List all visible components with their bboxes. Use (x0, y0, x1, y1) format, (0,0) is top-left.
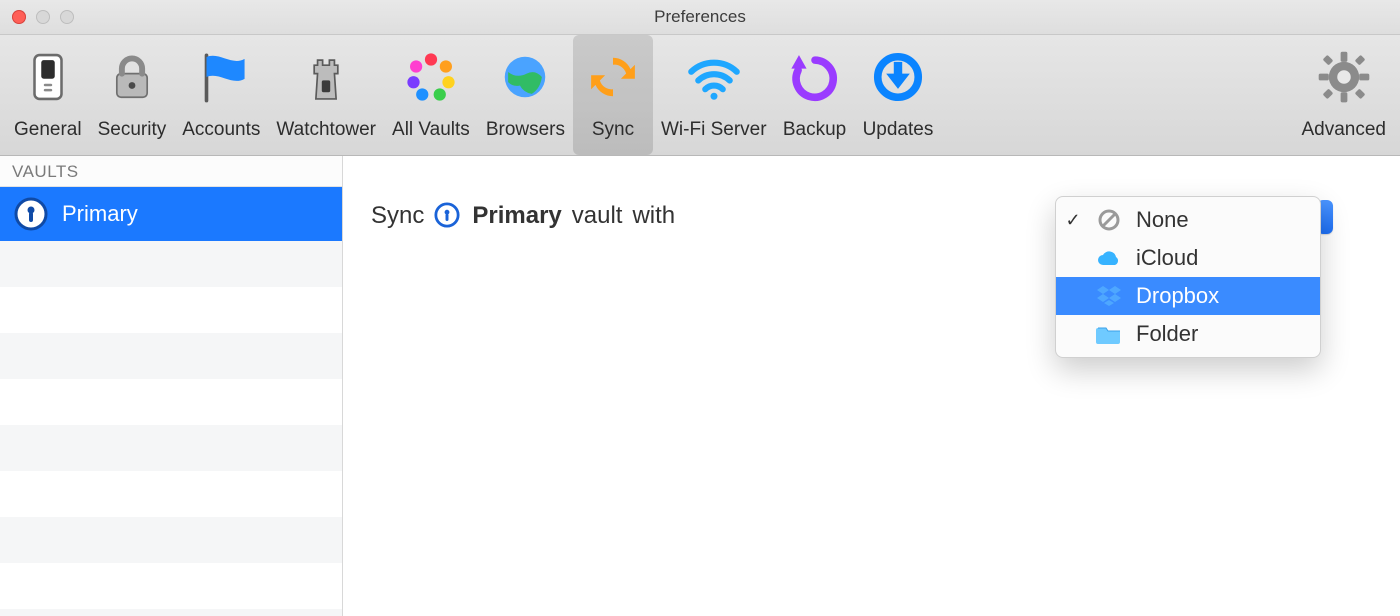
sync-vault-name: Primary (472, 202, 561, 230)
general-icon (16, 45, 80, 109)
sync-icon (581, 45, 645, 109)
tab-updates[interactable]: Updates (855, 35, 942, 155)
tab-sync[interactable]: Sync (573, 35, 653, 155)
none-icon (1096, 207, 1122, 233)
sidebar-item-label: Primary (62, 201, 138, 227)
tab-wifi-server-label: Wi-Fi Server (661, 119, 767, 141)
tab-watchtower-label: Watchtower (276, 119, 376, 141)
sidebar-item-primary[interactable]: Primary (0, 187, 342, 241)
sync-text-suffix-1: vault (572, 202, 623, 230)
sync-pane: Sync Primary vault with ✓ (343, 156, 1400, 616)
window-title: Preferences (654, 7, 746, 27)
sync-dropdown-menu: ✓ None iCloud (1055, 196, 1321, 358)
tab-general-label: General (14, 119, 82, 141)
sidebar-empty-rows (0, 241, 342, 616)
tab-all-vaults-label: All Vaults (392, 119, 470, 141)
vaults-ring-icon (399, 45, 463, 109)
tab-wifi-server[interactable]: Wi-Fi Server (653, 35, 775, 155)
checkmark-icon: ✓ (1064, 210, 1082, 231)
close-window-button[interactable] (12, 10, 26, 24)
menu-item-label: Folder (1136, 321, 1198, 347)
sidebar-header: VAULTS (0, 156, 342, 187)
vaults-sidebar: VAULTS Primary (0, 156, 343, 616)
titlebar: Preferences (0, 0, 1400, 35)
sync-text-suffix-2: with (632, 202, 675, 230)
vault-inline-icon (434, 202, 462, 230)
menu-item-label: None (1136, 207, 1189, 233)
tab-all-vaults[interactable]: All Vaults (384, 35, 478, 155)
menu-item-none[interactable]: ✓ None (1056, 201, 1320, 239)
tab-advanced-label: Advanced (1301, 119, 1386, 141)
tab-watchtower[interactable]: Watchtower (268, 35, 384, 155)
tab-advanced[interactable]: Advanced (1293, 35, 1394, 155)
tower-icon (294, 45, 358, 109)
gear-icon (1312, 45, 1376, 109)
lock-icon (100, 45, 164, 109)
tab-general[interactable]: General (6, 35, 90, 155)
menu-item-icloud[interactable]: iCloud (1056, 239, 1320, 277)
tab-accounts[interactable]: Accounts (174, 35, 268, 155)
folder-icon (1096, 321, 1122, 347)
tab-backup-label: Backup (783, 119, 846, 141)
zoom-window-button[interactable] (60, 10, 74, 24)
icloud-icon (1096, 245, 1122, 271)
content: VAULTS Primary Sync (0, 156, 1400, 616)
tab-security-label: Security (98, 119, 167, 141)
menu-item-label: iCloud (1136, 245, 1198, 271)
vault-icon (14, 197, 48, 231)
wifi-icon (682, 45, 746, 109)
tab-sync-label: Sync (592, 119, 634, 141)
globe-icon (493, 45, 557, 109)
menu-item-dropbox[interactable]: Dropbox (1056, 277, 1320, 315)
tab-browsers[interactable]: Browsers (478, 35, 573, 155)
preferences-toolbar: General Security Accounts Watcht (0, 35, 1400, 156)
dropbox-icon (1096, 283, 1122, 309)
sync-text-prefix: Sync (371, 202, 424, 230)
window-controls (12, 10, 74, 24)
menu-item-folder[interactable]: Folder (1056, 315, 1320, 353)
tab-security[interactable]: Security (90, 35, 175, 155)
menu-item-label: Dropbox (1136, 283, 1219, 309)
tab-accounts-label: Accounts (182, 119, 260, 141)
flag-icon (189, 45, 253, 109)
tab-updates-label: Updates (863, 119, 934, 141)
undo-icon (783, 45, 847, 109)
tab-backup[interactable]: Backup (775, 35, 855, 155)
tab-browsers-label: Browsers (486, 119, 565, 141)
minimize-window-button[interactable] (36, 10, 50, 24)
download-icon (866, 45, 930, 109)
